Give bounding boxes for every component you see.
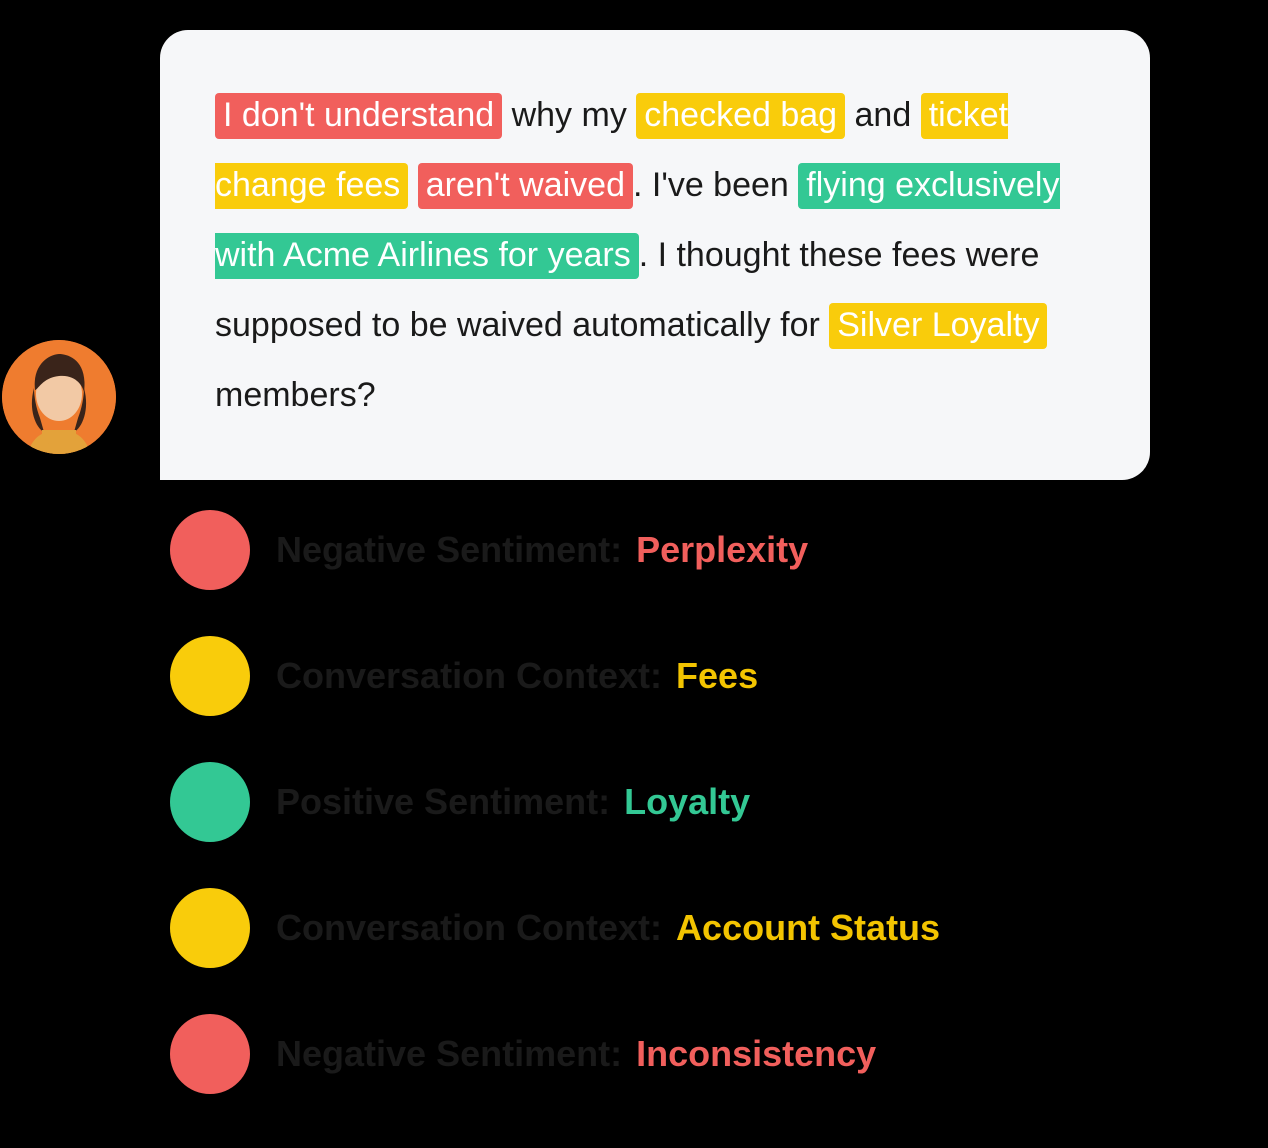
highlight-red: I don't understand — [215, 93, 502, 139]
legend-value: Perplexity — [636, 529, 808, 571]
legend-text: Positive Sentiment: Loyalty — [276, 781, 750, 823]
legend-text: Negative Sentiment: Inconsistency — [276, 1033, 876, 1075]
legend-text: Conversation Context: Fees — [276, 655, 758, 697]
legend-label: Negative Sentiment: — [276, 1033, 622, 1075]
legend-label: Positive Sentiment: — [276, 781, 610, 823]
legend-text: Conversation Context: Account Status — [276, 907, 940, 949]
legend-row: Negative Sentiment: Inconsistency — [170, 1014, 1130, 1094]
legend-dot-green — [170, 762, 250, 842]
customer-message-text: I don't understand why my checked bag an… — [215, 80, 1095, 430]
legend-row: Conversation Context: Fees — [170, 636, 1130, 716]
legend-text: Negative Sentiment: Perplexity — [276, 529, 808, 571]
legend-label: Negative Sentiment: — [276, 529, 622, 571]
customer-avatar — [2, 340, 116, 454]
legend-value: Loyalty — [624, 781, 750, 823]
legend-value: Inconsistency — [636, 1033, 876, 1075]
customer-message-bubble: I don't understand why my checked bag an… — [160, 30, 1150, 480]
highlight-red: aren't waived — [418, 163, 633, 209]
legend-value: Account Status — [676, 907, 940, 949]
sentiment-analysis-panel: I don't understand why my checked bag an… — [0, 0, 1268, 1148]
legend-dot-red — [170, 1014, 250, 1094]
legend-row: Negative Sentiment: Perplexity — [170, 510, 1130, 590]
legend-row: Conversation Context: Account Status — [170, 888, 1130, 968]
legend-row: Positive Sentiment: Loyalty — [170, 762, 1130, 842]
legend-label: Conversation Context: — [276, 655, 662, 697]
legend-dot-yellow — [170, 636, 250, 716]
avatar-person-icon — [2, 340, 116, 454]
legend-label: Conversation Context: — [276, 907, 662, 949]
highlight-yellow: checked bag — [636, 93, 845, 139]
annotation-legend: Negative Sentiment: Perplexity Conversatio… — [170, 510, 1130, 1140]
legend-value: Fees — [676, 655, 758, 697]
legend-dot-yellow — [170, 888, 250, 968]
highlight-yellow: Silver Loyalty — [829, 303, 1047, 349]
legend-dot-red — [170, 510, 250, 590]
